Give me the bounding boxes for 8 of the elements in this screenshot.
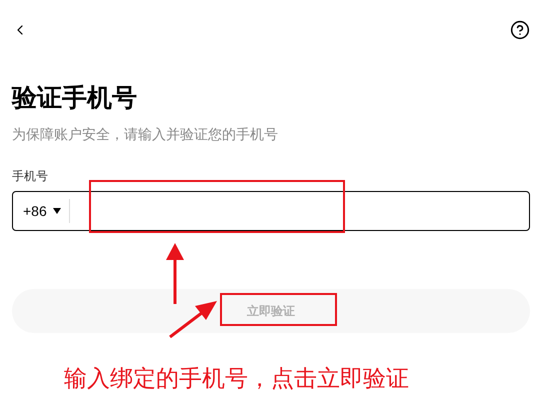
field-label: 手机号 (12, 168, 48, 185)
page-title: 验证手机号 (12, 83, 137, 114)
caret-icon (52, 208, 61, 214)
annotation-text: 输入绑定的手机号，点击立即验证 (64, 364, 409, 393)
country-code-dropdown[interactable]: +86 (13, 200, 69, 222)
subtitle: 为保障账户安全，请输入并验证您的手机号 (12, 125, 278, 144)
phone-field[interactable]: +86 (12, 191, 530, 231)
help-icon[interactable] (510, 20, 530, 40)
